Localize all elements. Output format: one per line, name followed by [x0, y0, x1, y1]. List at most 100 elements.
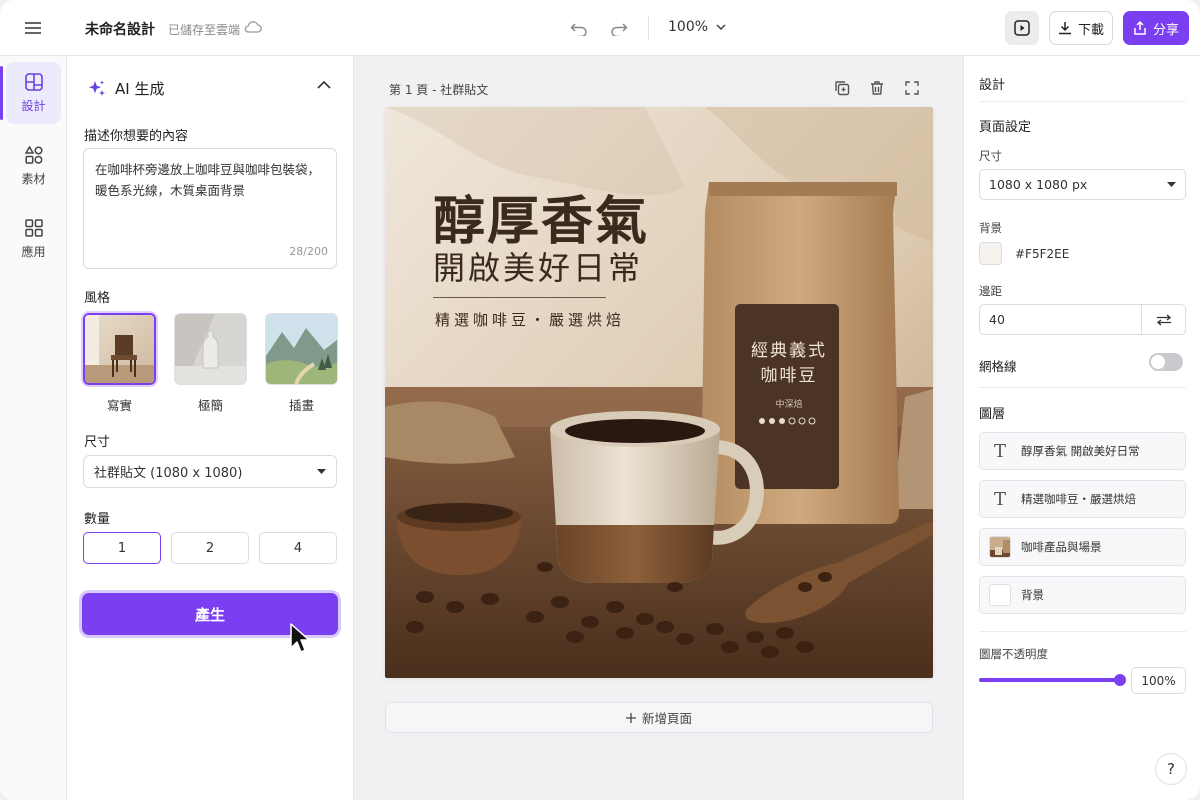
rail-label: 設計 — [21, 98, 46, 113]
grid-label: 網格線 — [979, 359, 1017, 374]
chevron-down-icon — [716, 24, 726, 30]
style-caption: 插畫 — [288, 398, 314, 413]
caret-down-icon — [1167, 182, 1176, 187]
panel-title: AI 生成 — [115, 80, 165, 98]
download-label: 下載 — [1077, 22, 1104, 38]
left-rail: 設計 素材 應用 — [0, 56, 67, 800]
realistic-style-thumbnail — [85, 315, 154, 383]
divider — [979, 387, 1186, 388]
headline-divider — [433, 297, 606, 298]
quantity-label: 數量 — [84, 512, 111, 527]
page-settings-heading: 頁面設定 — [979, 120, 1032, 135]
opacity-slider-thumb[interactable] — [1114, 674, 1126, 686]
char-counter: 28/200 — [289, 245, 328, 259]
quantity-option-2[interactable]: 2 — [171, 532, 249, 564]
present-button[interactable] — [1005, 11, 1039, 45]
divider — [979, 631, 1186, 632]
layer-item[interactable]: T 精選咖啡豆・嚴選烘焙 — [979, 480, 1186, 518]
shapes-icon — [24, 145, 43, 164]
page-size-select[interactable]: 1080 x 1080 px — [979, 169, 1186, 200]
sparkle-icon — [89, 80, 105, 96]
top-bar: 未命名設計 已儲存至雲端 100% 下載 分享 — [0, 0, 1200, 56]
text-layer-icon: T — [993, 488, 1006, 510]
layer-label: 醇厚香氣 開啟美好日常 — [1021, 444, 1140, 458]
add-page-button[interactable]: 新增頁面 — [385, 702, 933, 733]
rail-item-elements[interactable]: 素材 — [6, 135, 61, 197]
bag-label-title: 經典義式 咖啡豆 — [745, 339, 833, 388]
prompt-text: 在咖啡杯旁邊放上咖啡豆與咖啡包裝袋，暖色系光線，木質桌面背景 — [95, 162, 321, 199]
divider — [979, 101, 1186, 102]
illustration-style-thumbnail — [266, 314, 337, 384]
download-button[interactable]: 下載 — [1049, 11, 1113, 45]
background-color-swatch[interactable] — [979, 242, 1002, 265]
rail-label: 素材 — [21, 171, 46, 186]
text-layer-icon: T — [993, 440, 1006, 462]
design-properties-panel: 設計 頁面設定 尺寸 1080 x 1080 px 背景 #F5F2EE 邊距 … — [963, 56, 1200, 800]
share-label: 分享 — [1152, 22, 1179, 38]
style-option-realistic[interactable] — [83, 313, 156, 385]
prompt-textarea[interactable]: 在咖啡杯旁邊放上咖啡豆與咖啡包裝袋，暖色系光線，木質桌面背景 28/200 — [83, 148, 337, 269]
document-title[interactable]: 未命名設計 — [85, 19, 155, 39]
margin-field: 40 — [979, 304, 1186, 335]
mouse-cursor-icon — [290, 623, 310, 653]
artboard[interactable]: 醇厚香氣 開啟美好日常 精選咖啡豆・嚴選烘焙 經典義式 咖啡豆 中深焙 — [385, 107, 933, 678]
bag-label-roast: 中深焙 — [775, 400, 803, 410]
page-label: 第 1 頁 - 社群貼文 — [389, 83, 489, 97]
layout-icon — [24, 72, 43, 91]
image-layer-icon — [989, 536, 1011, 558]
swap-icon — [1156, 314, 1171, 325]
undo-button[interactable] — [566, 16, 592, 42]
share-button[interactable]: 分享 — [1123, 11, 1189, 45]
style-caption: 極簡 — [197, 398, 223, 413]
layer-label: 背景 — [1021, 588, 1044, 602]
margin-label: 邊距 — [979, 284, 1002, 298]
rail-item-design[interactable]: 設計 — [0, 62, 61, 124]
duplicate-icon[interactable] — [834, 80, 850, 96]
opacity-input[interactable]: 100% — [1131, 667, 1186, 694]
play-icon — [1014, 20, 1030, 36]
background-label: 背景 — [979, 221, 1002, 235]
caret-down-icon — [317, 469, 326, 474]
size-select-value: 社群貼文 (1080 x 1080) — [94, 466, 243, 481]
style-option-illustration[interactable] — [265, 313, 338, 385]
quantity-option-4[interactable]: 4 — [259, 532, 337, 564]
chevron-up-icon[interactable] — [317, 80, 331, 89]
quantity-option-1[interactable]: 1 — [83, 532, 161, 564]
style-option-minimal[interactable] — [174, 313, 247, 385]
canvas-tagline[interactable]: 精選咖啡豆・嚴選烘焙 — [435, 309, 625, 330]
background-hex[interactable]: #F5F2EE — [1015, 247, 1069, 261]
layer-item[interactable]: 咖啡產品與場景 — [979, 528, 1186, 566]
add-page-label: 新增頁面 — [641, 711, 692, 726]
panel-header: AI 生成 — [87, 78, 164, 99]
grid-toggle[interactable] — [1149, 353, 1183, 371]
layer-item[interactable]: T 醇厚香氣 開啟美好日常 — [979, 432, 1186, 470]
layers-heading: 圖層 — [979, 407, 1006, 422]
menu-button[interactable] — [18, 14, 48, 42]
style-label: 風格 — [84, 291, 111, 306]
opacity-slider[interactable] — [979, 678, 1120, 682]
bag-label-line: 經典義式 — [751, 341, 827, 361]
background-layer-icon — [989, 584, 1011, 606]
zoom-value: 100% — [668, 19, 709, 35]
page-toolbar — [904, 80, 920, 96]
help-button[interactable]: ? — [1155, 753, 1187, 785]
hamburger-icon — [25, 22, 41, 34]
download-icon — [1058, 22, 1071, 35]
ai-generate-panel: AI 生成 描述你想要的內容 在咖啡杯旁邊放上咖啡豆與咖啡包裝袋，暖色系光線，木… — [67, 56, 354, 800]
redo-button[interactable] — [606, 16, 632, 42]
plus-icon — [625, 712, 636, 723]
share-icon — [1134, 21, 1146, 35]
fullscreen-icon[interactable] — [904, 80, 920, 96]
layer-item[interactable]: 背景 — [979, 576, 1186, 614]
style-caption: 寫實 — [106, 398, 132, 413]
trash-icon[interactable] — [869, 80, 885, 96]
undo-icon — [570, 23, 587, 36]
zoom-dropdown[interactable]: 100% — [668, 19, 726, 35]
cloud-icon — [244, 21, 262, 33]
margin-link-button[interactable] — [1141, 305, 1185, 334]
rail-item-apps[interactable]: 應用 — [6, 208, 61, 270]
size-select[interactable]: 社群貼文 (1080 x 1080) — [83, 455, 337, 488]
margin-input[interactable]: 40 — [980, 305, 1141, 334]
canvas-subheadline[interactable]: 開啟美好日常 — [433, 243, 643, 289]
bag-label-line: 咖啡豆 — [760, 365, 818, 386]
